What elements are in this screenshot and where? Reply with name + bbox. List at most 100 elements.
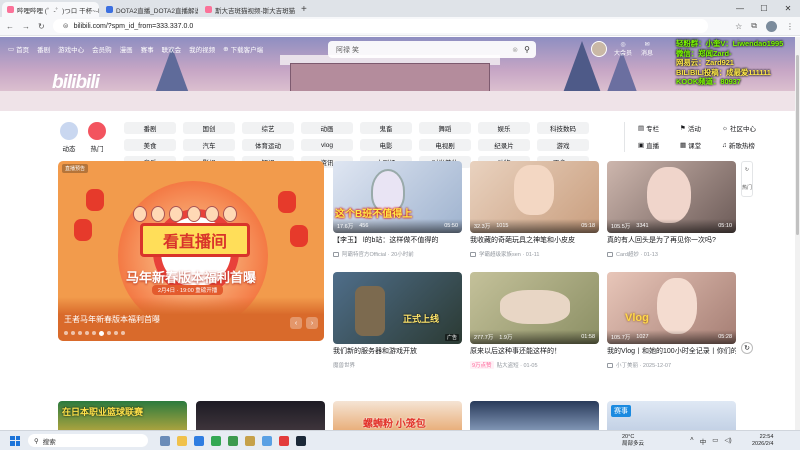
nav-manga[interactable]: 漫画 [120, 44, 133, 54]
volume-icon[interactable]: ◁) [724, 436, 731, 446]
hero-caption[interactable]: 王者马年新春版本福利首曝 [64, 314, 160, 325]
search-box[interactable]: 阿禄 笑 ⊗ ⚲ [328, 41, 536, 58]
nav-match[interactable]: 赛事 [141, 44, 154, 54]
music-chart-link[interactable]: ♫ 新歌热榜 [722, 139, 764, 151]
category-chip[interactable]: 电视剧 [419, 139, 471, 151]
scrollbar-thumb[interactable] [796, 55, 799, 235]
carousel-dot[interactable] [107, 331, 111, 335]
carousel-dot[interactable] [92, 331, 96, 335]
live-link[interactable]: ▣ 直播 [638, 139, 680, 151]
user-avatar[interactable] [591, 41, 607, 57]
carousel-dot[interactable] [114, 331, 118, 335]
category-chip[interactable]: 番剧 [124, 122, 176, 134]
carousel-prev-button[interactable]: ‹ [290, 317, 302, 329]
carousel-dot[interactable] [121, 331, 125, 335]
video-owner[interactable]: 阿霸特官方Official · 20小时前 [333, 250, 462, 258]
carousel-dot-active[interactable] [99, 331, 104, 336]
search-input[interactable]: 阿禄 笑 [336, 45, 359, 55]
category-chip[interactable]: 美食 [124, 139, 176, 151]
app-icon[interactable] [262, 435, 272, 446]
chrome-icon[interactable] [211, 435, 221, 446]
dynamic-link[interactable]: 动态 [60, 122, 78, 153]
user-avatar-wrap[interactable] [590, 41, 608, 57]
video-thumbnail[interactable]: 277.7万 1.9万 01:58 [470, 272, 599, 344]
nav-game-center[interactable]: 游戏中心 [58, 44, 84, 54]
category-chip[interactable]: 国创 [183, 122, 235, 134]
category-chip[interactable]: 娱乐 [478, 122, 530, 134]
input-language[interactable]: 中 [700, 436, 707, 446]
reload-icon[interactable]: ↻ [38, 22, 45, 31]
site-info-icon[interactable]: ⊜ [63, 22, 69, 30]
carousel-dot[interactable] [64, 331, 68, 335]
browser-tab-dota2[interactable]: DOTA2直播_DOTA2直播解说✕ [101, 2, 198, 17]
app-icon[interactable] [228, 435, 238, 446]
category-chip[interactable]: 鬼畜 [360, 122, 412, 134]
video-title[interactable]: 我的Vlog丨和她的100小时全记录丨你们的关系 [607, 347, 736, 356]
carousel-next-button[interactable]: › [306, 317, 318, 329]
carousel-dot[interactable] [71, 331, 75, 335]
video-owner[interactable]: Card超妙 · 01-13 [607, 250, 736, 258]
video-card[interactable]: 277.7万 1.9万 01:58 原来以后这种事还能这样的！ 9万点赞 贴大盗短 ·… [470, 272, 599, 369]
nav-my-videos[interactable]: 我的视频 [189, 44, 215, 54]
column-link[interactable]: ▤ 专栏 [638, 122, 680, 134]
video-title[interactable]: 原来以后这种事还能这样的！ [470, 347, 599, 356]
video-thumbnail[interactable]: Vlog 105.7万 1027 05:28 [607, 272, 736, 344]
video-owner[interactable]: 小丁美丽 · 2025-12-07 [607, 361, 736, 369]
category-chip[interactable]: 汽车 [183, 139, 235, 151]
video-thumbnail[interactable]: 正式上线 广告 [333, 272, 462, 344]
url-input[interactable]: ⊜ bilibili.com/?spm_id_from=333.337.0.0 [52, 19, 708, 33]
nav-home[interactable]: ▭ 首页 [8, 44, 29, 54]
maximize-button[interactable]: ☐ [752, 0, 776, 17]
file-explorer-icon[interactable] [177, 435, 187, 446]
carousel-dot[interactable] [85, 331, 89, 335]
nav-mall[interactable]: 会员购 [92, 44, 112, 54]
hero-carousel[interactable]: 看直播间 马年新春版本福利首曝 2月4日 · 19:00 重磅开播 直播预告 王… [58, 161, 324, 341]
minimize-button[interactable]: — [728, 0, 752, 17]
message-link[interactable]: ✉ 消息 [638, 41, 656, 57]
close-window-button[interactable]: ✕ [776, 0, 800, 17]
refresh-feed-button[interactable]: ↻ [741, 342, 753, 354]
side-float-panel[interactable]: ↻ 热门 [741, 161, 753, 197]
vip-link[interactable]: ◎ 大会员 [614, 41, 632, 57]
clear-search-icon[interactable]: ⊗ [512, 46, 518, 54]
browser-tab-video[interactable]: 斯大吉斑猫视频-斯大吉斑猫✕ [200, 2, 297, 17]
video-card[interactable]: 105.5万 3341 05:10 真的有人回头是为了再见你一次吗? Card超妙 … [607, 161, 736, 258]
community-link[interactable]: ☼ 社区中心 [722, 122, 764, 134]
video-owner[interactable]: 9万点赞 贴大盗短 · 01-05 [470, 361, 599, 369]
video-owner[interactable]: 魔兽世界 [333, 361, 462, 369]
hot-link[interactable]: 热门 [88, 122, 106, 153]
profile-avatar[interactable] [766, 20, 777, 32]
edge-icon[interactable] [194, 435, 204, 446]
extensions-icon[interactable]: ⧉ [751, 21, 757, 31]
class-link[interactable]: ▦ 课堂 [680, 139, 722, 151]
windows-start-icon[interactable] [10, 435, 20, 446]
app-icon[interactable] [279, 435, 289, 446]
category-chip[interactable]: 舞蹈 [419, 122, 471, 134]
menu-icon[interactable]: ⋮ [786, 22, 794, 31]
search-icon[interactable]: ⚲ [524, 45, 530, 54]
video-title[interactable]: 我们新的服务器和游戏开放 [333, 347, 462, 356]
page-scrollbar[interactable] [795, 37, 800, 430]
category-chip[interactable]: 体育运动 [242, 139, 294, 151]
video-card[interactable]: 正式上线 广告 我们新的服务器和游戏开放 魔兽世界 [333, 272, 462, 369]
nav-anime[interactable]: 番剧 [37, 44, 50, 54]
video-owner[interactable]: 学霸超级家族sen · 01-11 [470, 250, 599, 258]
star-icon[interactable]: ☆ [735, 22, 742, 31]
app-icon[interactable] [245, 435, 255, 446]
category-chip[interactable]: 纪录片 [478, 139, 530, 151]
category-chip[interactable]: 游戏 [537, 139, 589, 151]
nav-festival[interactable]: 联欢会 [162, 44, 182, 54]
category-chip[interactable]: 电影 [360, 139, 412, 151]
bilibili-logo[interactable]: bilibili [52, 72, 100, 94]
activity-link[interactable]: ⚑ 活动 [680, 122, 722, 134]
category-chip[interactable]: 综艺 [242, 122, 294, 134]
nav-download[interactable]: ⊕ 下载客户端 [223, 44, 263, 54]
new-tab-button[interactable]: + [301, 2, 307, 17]
task-view-icon[interactable] [160, 435, 170, 446]
browser-tab-bilibili[interactable]: 哔哩哔哩 (゜-゜)つロ 干杯~-bi✕ [2, 2, 99, 17]
video-card[interactable]: Vlog 105.7万 1027 05:28 我的Vlog丨和她的100小时全记录丨… [607, 272, 736, 369]
weather-widget[interactable]: 20°C 局部多云 [622, 434, 644, 448]
steam-icon[interactable] [296, 435, 306, 446]
network-icon[interactable]: ▭ [712, 436, 718, 446]
taskbar-search[interactable]: ⚲ 搜索 [28, 434, 148, 447]
